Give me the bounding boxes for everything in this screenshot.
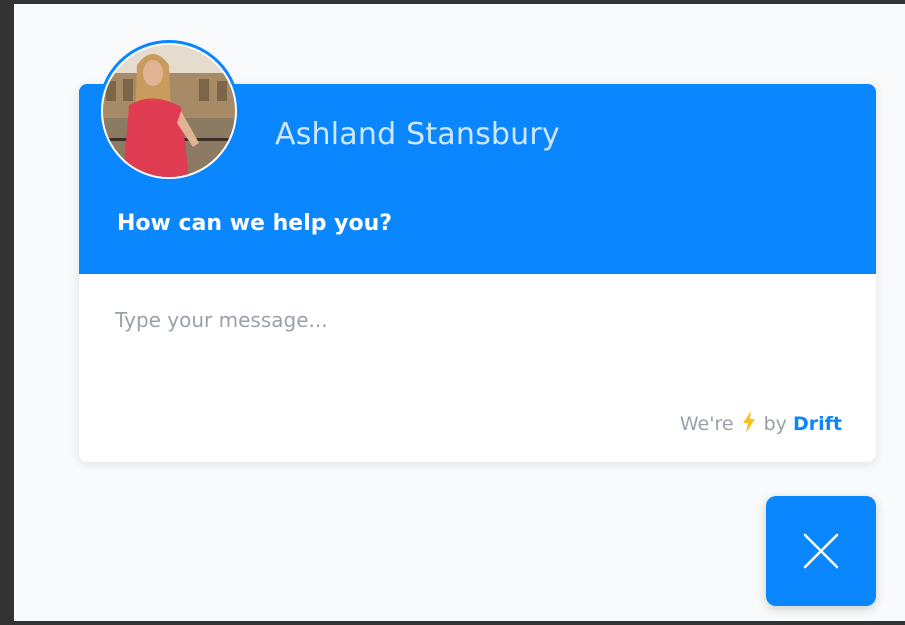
footer-middle: by (763, 413, 787, 435)
message-input[interactable] (113, 307, 847, 333)
agent-avatar (98, 40, 240, 182)
agent-name: Ashland Stansbury (275, 117, 560, 152)
greeting-text: How can we help you? (117, 211, 393, 236)
close-icon (803, 533, 839, 569)
powered-by-footer: We're by Drift (680, 411, 842, 438)
drift-link[interactable]: Drift (793, 413, 842, 435)
lightning-bolt-icon (742, 411, 756, 438)
close-button[interactable] (766, 496, 876, 606)
footer-prefix: We're (679, 413, 734, 435)
chat-widget-container: Ashland Stansbury How can we help you? W… (14, 4, 905, 621)
